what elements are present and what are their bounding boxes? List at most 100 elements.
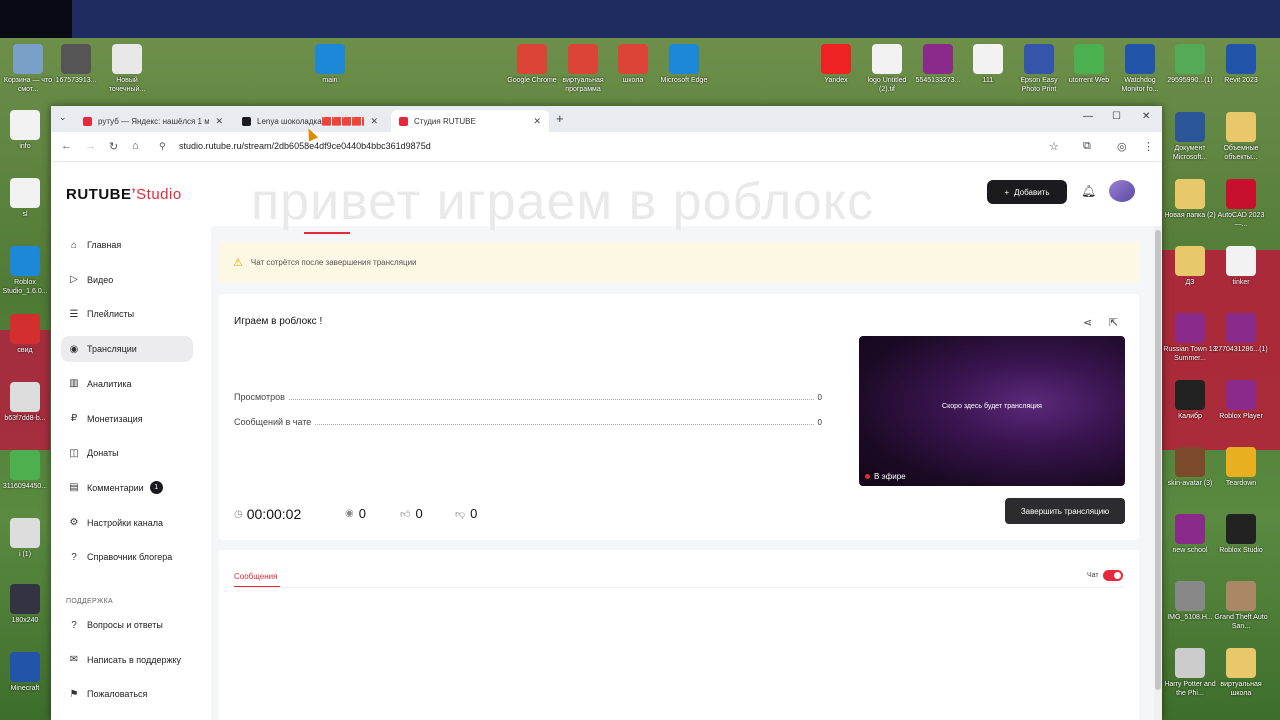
rutube-studio-logo[interactable]: RUTUBEʼStudio	[66, 186, 182, 203]
desktop-icon[interactable]: Калибр	[1162, 380, 1218, 421]
desktop-app-icon	[10, 382, 40, 412]
sidebar-item-video[interactable]: ▷ Видео	[61, 267, 193, 293]
tab-messages[interactable]: Сообщения	[234, 572, 277, 581]
desktop-icon[interactable]: Roblox Studio	[1213, 514, 1269, 555]
desktop-icon[interactable]: школа	[605, 44, 661, 85]
support-item-flag[interactable]: ⚑ Пожаловаться	[61, 681, 193, 707]
desktop-icon[interactable]: info	[0, 110, 53, 151]
tab-search-icon[interactable]: ⌄	[59, 112, 67, 123]
desktop-icon[interactable]: Yandex	[808, 44, 864, 85]
desktop-app-icon	[10, 178, 40, 208]
desktop-icon[interactable]: Документ Microsoft...	[1162, 112, 1218, 162]
sidebar-item-home[interactable]: ⌂ Главная	[61, 232, 193, 258]
profile-icon[interactable]: ◎	[1117, 140, 1127, 153]
url-field[interactable]: studio.rutube.ru/stream/2db6058e4df9ce04…	[179, 141, 431, 151]
tab-rutube-studio[interactable]: Студия RUTUBE ✕	[391, 110, 549, 132]
desktop-icon[interactable]: utorrent Web	[1061, 44, 1117, 85]
desktop-icon[interactable]: 5545133273...	[910, 44, 966, 85]
desktop-icon[interactable]: ДЗ	[1162, 246, 1218, 287]
new-tab-icon[interactable]: +	[556, 111, 564, 126]
close-tab-icon[interactable]: ✕	[533, 116, 541, 127]
bookmark-star-icon[interactable]: ☆	[1049, 140, 1059, 153]
extensions-icon[interactable]: ⧉	[1083, 140, 1091, 153]
page-scrollbar[interactable]	[1154, 226, 1162, 720]
chat-toggle[interactable]	[1103, 570, 1123, 581]
reload-icon[interactable]: ↻	[109, 140, 118, 153]
sidebar-item-label: Настройки канала	[87, 517, 164, 528]
desktop-icon[interactable]: sl	[0, 178, 53, 219]
desktop-icon[interactable]: i (1)	[0, 518, 53, 559]
sidebar-item-monetization[interactable]: ₽ Монетизация	[61, 406, 193, 432]
desktop-icon[interactable]: 180x240	[0, 584, 53, 625]
add-button[interactable]: + Добавить	[987, 180, 1067, 204]
sidebar-item-analytics[interactable]: ▥ Аналитика	[61, 371, 193, 397]
support-item-faq[interactable]: ? Вопросы и ответы	[61, 612, 193, 638]
desktop-icon[interactable]: b63f7dd8-b...	[0, 382, 53, 423]
desktop-icon[interactable]: 29595990...(1)	[1162, 44, 1218, 85]
desktop-icon[interactable]: 2770431286...(1)	[1213, 313, 1269, 354]
desktop-icon[interactable]: Microsoft Edge	[656, 44, 712, 85]
desktop-app-icon	[1226, 648, 1256, 678]
support-item-label: Написать в поддержку	[87, 654, 182, 665]
sidebar-item-donate[interactable]: ◫ Донаты	[61, 440, 193, 466]
desktop-icon[interactable]: Teardown	[1213, 447, 1269, 488]
close-tab-icon[interactable]: ✕	[215, 116, 223, 127]
desktop-icon[interactable]: Revit 2023	[1213, 44, 1269, 85]
desktop-icon[interactable]: Watchdog Monitor fo...	[1112, 44, 1168, 94]
share-icon[interactable]: ⋖	[1083, 316, 1092, 329]
desktop-icon[interactable]: 3116094450...	[0, 450, 53, 491]
support-item-mail[interactable]: ✉ Написать в поддержку	[61, 647, 193, 673]
desktop-icon[interactable]: main	[302, 44, 358, 85]
desktop-icon[interactable]: Russian Town 13 Summer...	[1162, 313, 1218, 363]
desktop-icon[interactable]: Новый точечный...	[99, 44, 155, 94]
desktop-icon[interactable]: 167573913...	[48, 44, 104, 85]
sidebar-item-label: Главная	[87, 240, 122, 250]
close-tab-icon[interactable]: ✕	[370, 116, 378, 127]
desktop-icon[interactable]: Google Chrome	[504, 44, 560, 85]
desktop-icon[interactable]: Grand Theft Auto San...	[1213, 581, 1269, 631]
desktop-icon[interactable]: AutoCAD 2023 —...	[1213, 179, 1269, 229]
mail-icon: ✉	[69, 654, 79, 666]
forward-icon[interactable]: →	[85, 140, 96, 152]
desktop-icon-label: IMG_5108.H...	[1167, 614, 1213, 621]
open-external-icon[interactable]: ⇱	[1109, 316, 1118, 329]
sidebar-item-label: Монетизация	[87, 413, 143, 424]
sidebar-item-help[interactable]: ? Справочник блогера	[61, 544, 193, 570]
desktop-icon[interactable]: Harry Potter and the Phi...	[1162, 648, 1218, 698]
desktop-icon[interactable]: Roblox Studio_1.6.0...	[0, 246, 53, 296]
desktop-icon[interactable]: logo Untitled (2).tif	[859, 44, 915, 94]
desktop-icon-label: Roblox Studio	[1219, 547, 1263, 554]
close-window-icon[interactable]: ✕	[1142, 111, 1150, 122]
menu-icon[interactable]: ⋮	[1143, 140, 1154, 153]
desktop-icon[interactable]: Новая папка (2)	[1162, 179, 1218, 220]
tab-title: Lenya шоколадка🟥🟥🟥🟥🟥🙂	[257, 116, 364, 126]
maximize-icon[interactable]: ☐	[1112, 111, 1121, 122]
desktop-icon[interactable]: skin-avatar (3)	[1162, 447, 1218, 488]
desktop-icon[interactable]: tinker	[1213, 246, 1269, 287]
desktop-icon[interactable]: Объемные объекты...	[1213, 112, 1269, 162]
tab-yandex-search[interactable]: рутуб — Яндекс: нашёлся 1 м... ✕	[75, 110, 231, 132]
stream-preview[interactable]: Скоро здесь будет трансляция В эфире	[859, 336, 1125, 486]
desktop-icon[interactable]: 111	[960, 44, 1016, 85]
minimize-icon[interactable]: —	[1083, 111, 1093, 122]
desktop-icon[interactable]: свид	[0, 314, 53, 355]
desktop-icon[interactable]: виртуальная программа	[555, 44, 611, 94]
sidebar-item-playlist[interactable]: ☰ Плейлисты	[61, 301, 193, 327]
desktop-icon[interactable]: IMG_5108.H...	[1162, 581, 1218, 622]
desktop-icon[interactable]: Epson Easy Photo Print	[1011, 44, 1067, 94]
site-info-icon[interactable]: ⚲	[159, 141, 166, 152]
sidebar-item-comments[interactable]: ▤ Комментарии 1	[61, 475, 193, 501]
desktop-icon[interactable]: Minecraft	[0, 652, 53, 693]
avatar[interactable]	[1109, 180, 1135, 202]
sidebar-item-settings[interactable]: ⚙ Настройки канала	[61, 510, 193, 536]
notifications-bell-icon[interactable]: 🔔︎	[1081, 184, 1096, 198]
desktop-icon[interactable]: виртуальная школа	[1213, 648, 1269, 698]
home-page-icon[interactable]: ⌂	[132, 140, 139, 152]
add-button-label: Добавить	[1014, 187, 1050, 197]
sidebar-item-broadcast[interactable]: ◉ Трансляции	[61, 336, 193, 363]
desktop-icon[interactable]: Roblox Player	[1213, 380, 1269, 421]
end-stream-button[interactable]: Завершить трансляцию	[1005, 498, 1125, 524]
scrollbar-thumb[interactable]	[1155, 230, 1161, 690]
back-icon[interactable]: ←	[61, 140, 72, 152]
desktop-icon[interactable]: new school	[1162, 514, 1218, 555]
